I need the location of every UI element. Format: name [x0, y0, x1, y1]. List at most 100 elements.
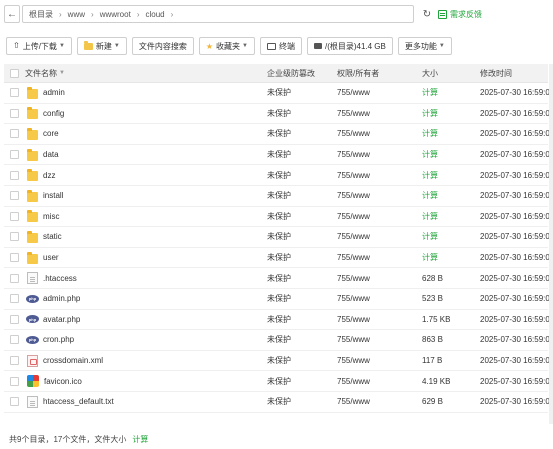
- protection-status[interactable]: 未保护: [267, 355, 337, 366]
- table-row[interactable]: install 未保护 755/www 计算 2025-07-30 16:59:02: [4, 186, 553, 207]
- protection-status[interactable]: 未保护: [267, 170, 337, 181]
- back-button[interactable]: ←: [4, 5, 20, 23]
- row-checkbox[interactable]: [10, 88, 19, 98]
- protection-status[interactable]: 未保护: [267, 334, 337, 345]
- permission-owner[interactable]: 755/www: [337, 356, 422, 365]
- permission-owner[interactable]: 755/www: [337, 397, 422, 406]
- calc-size-link[interactable]: 计算: [422, 252, 480, 263]
- calc-size-link[interactable]: 计算: [422, 108, 480, 119]
- vertical-scrollbar[interactable]: [549, 64, 553, 424]
- file-name[interactable]: install: [43, 191, 63, 200]
- table-row[interactable]: config 未保护 755/www 计算 2025-07-30 16:59:02: [4, 104, 553, 125]
- header-size[interactable]: 大小: [422, 68, 480, 79]
- protection-status[interactable]: 未保护: [267, 252, 337, 263]
- row-checkbox[interactable]: [10, 397, 19, 407]
- breadcrumb-item-cloud[interactable]: cloud: [145, 10, 164, 19]
- refresh-button[interactable]: ↻: [420, 7, 434, 21]
- file-name[interactable]: user: [43, 253, 59, 262]
- table-row[interactable]: user 未保护 755/www 计算 2025-07-30 16:59:02: [4, 248, 553, 269]
- calc-size-link[interactable]: 计算: [422, 149, 480, 160]
- permission-owner[interactable]: 755/www: [337, 150, 422, 159]
- file-name[interactable]: config: [43, 109, 64, 118]
- table-row[interactable]: crossdomain.xml 未保护 755/www 117 B 2025-07-30…: [4, 351, 553, 372]
- protection-status[interactable]: 未保护: [267, 211, 337, 222]
- file-name[interactable]: .htaccess: [43, 274, 77, 283]
- file-name[interactable]: crossdomain.xml: [43, 356, 103, 365]
- calc-size-link[interactable]: 计算: [422, 128, 480, 139]
- protection-status[interactable]: 未保护: [267, 128, 337, 139]
- protection-status[interactable]: 未保护: [267, 190, 337, 201]
- permission-owner[interactable]: 755/www: [337, 129, 422, 138]
- calc-size-link[interactable]: 计算: [422, 231, 480, 242]
- row-checkbox[interactable]: [10, 232, 19, 242]
- row-checkbox[interactable]: [10, 294, 19, 304]
- file-name[interactable]: avatar.php: [43, 315, 80, 324]
- protection-status[interactable]: 未保护: [267, 314, 337, 325]
- file-name[interactable]: admin: [43, 88, 65, 97]
- file-name[interactable]: core: [43, 129, 59, 138]
- protection-status[interactable]: 未保护: [267, 108, 337, 119]
- protection-status[interactable]: 未保护: [267, 231, 337, 242]
- protection-status[interactable]: 未保护: [267, 396, 337, 407]
- breadcrumb-item-root[interactable]: 根目录: [29, 9, 53, 20]
- header-name[interactable]: 文件名称 ▼: [25, 68, 267, 79]
- protection-status[interactable]: 未保护: [267, 376, 337, 387]
- new-button[interactable]: 新建 ▼: [76, 37, 127, 55]
- permission-owner[interactable]: 755/www: [337, 377, 422, 386]
- permission-owner[interactable]: 755/www: [337, 232, 422, 241]
- table-row[interactable]: misc 未保护 755/www 计算 2025-07-30 16:59:02: [4, 207, 553, 228]
- file-name[interactable]: dzz: [43, 171, 55, 180]
- file-name[interactable]: favicon.ico: [44, 377, 82, 386]
- row-checkbox[interactable]: [10, 376, 19, 386]
- protection-status[interactable]: 未保护: [267, 149, 337, 160]
- row-checkbox[interactable]: [10, 253, 19, 263]
- breadcrumb-item-wwwroot[interactable]: wwwroot: [100, 10, 131, 19]
- row-checkbox[interactable]: [10, 273, 19, 283]
- permission-owner[interactable]: 755/www: [337, 212, 422, 221]
- table-row[interactable]: htaccess_default.txt 未保护 755/www 629 B 2025-…: [4, 392, 553, 413]
- table-row[interactable]: admin 未保护 755/www 计算 2025-07-30 16:59:02: [4, 83, 553, 104]
- calc-size-link[interactable]: 计算: [422, 190, 480, 201]
- protection-status[interactable]: 未保护: [267, 273, 337, 284]
- breadcrumb[interactable]: 根目录 › www › wwwroot › cloud ›: [22, 5, 414, 23]
- permission-owner[interactable]: 755/www: [337, 274, 422, 283]
- calc-size-link[interactable]: 计算: [422, 87, 480, 98]
- row-checkbox[interactable]: [10, 150, 19, 160]
- terminal-button[interactable]: 终端: [259, 37, 302, 55]
- row-checkbox[interactable]: [10, 335, 19, 345]
- file-name[interactable]: data: [43, 150, 59, 159]
- select-all-checkbox[interactable]: [10, 68, 19, 78]
- feedback-link[interactable]: 需求反馈: [438, 9, 482, 20]
- permission-owner[interactable]: 755/www: [337, 171, 422, 180]
- table-row[interactable]: .htaccess 未保护 755/www 628 B 2025-07-30 16:59…: [4, 268, 553, 289]
- content-search-button[interactable]: 文件内容搜索: [131, 37, 194, 55]
- more-functions-button[interactable]: 更多功能 ▼: [397, 37, 452, 55]
- row-checkbox[interactable]: [10, 191, 19, 201]
- file-name[interactable]: htaccess_default.txt: [43, 397, 114, 406]
- permission-owner[interactable]: 755/www: [337, 253, 422, 262]
- table-row[interactable]: php admin.php 未保护 755/www 523 B 2025-07-30 16…: [4, 289, 553, 310]
- file-name[interactable]: admin.php: [43, 294, 80, 303]
- permission-owner[interactable]: 755/www: [337, 335, 422, 344]
- upload-download-button[interactable]: ⇧ 上传/下载 ▼: [6, 37, 72, 55]
- footer-calc-link[interactable]: 计算: [132, 435, 148, 444]
- calc-size-link[interactable]: 计算: [422, 170, 480, 181]
- permission-owner[interactable]: 755/www: [337, 191, 422, 200]
- disk-button[interactable]: /(根目录)41.4 GB: [306, 37, 393, 55]
- permission-owner[interactable]: 755/www: [337, 88, 422, 97]
- header-mtime[interactable]: 修改时间: [480, 68, 548, 79]
- row-checkbox[interactable]: [10, 211, 19, 221]
- file-name[interactable]: static: [43, 232, 62, 241]
- calc-size-link[interactable]: 计算: [422, 211, 480, 222]
- table-row[interactable]: dzz 未保护 755/www 计算 2025-07-30 16:59:02: [4, 165, 553, 186]
- table-row[interactable]: core 未保护 755/www 计算 2025-07-30 16:59:02: [4, 124, 553, 145]
- row-checkbox[interactable]: [10, 314, 19, 324]
- row-checkbox[interactable]: [10, 356, 19, 366]
- row-checkbox[interactable]: [10, 170, 19, 180]
- row-checkbox[interactable]: [10, 108, 19, 118]
- file-name[interactable]: cron.php: [43, 335, 74, 344]
- table-row[interactable]: php avatar.php 未保护 755/www 1.75 KB 2025-07-30…: [4, 310, 553, 331]
- table-row[interactable]: data 未保护 755/www 计算 2025-07-30 16:59:02: [4, 145, 553, 166]
- protection-status[interactable]: 未保护: [267, 87, 337, 98]
- row-checkbox[interactable]: [10, 129, 19, 139]
